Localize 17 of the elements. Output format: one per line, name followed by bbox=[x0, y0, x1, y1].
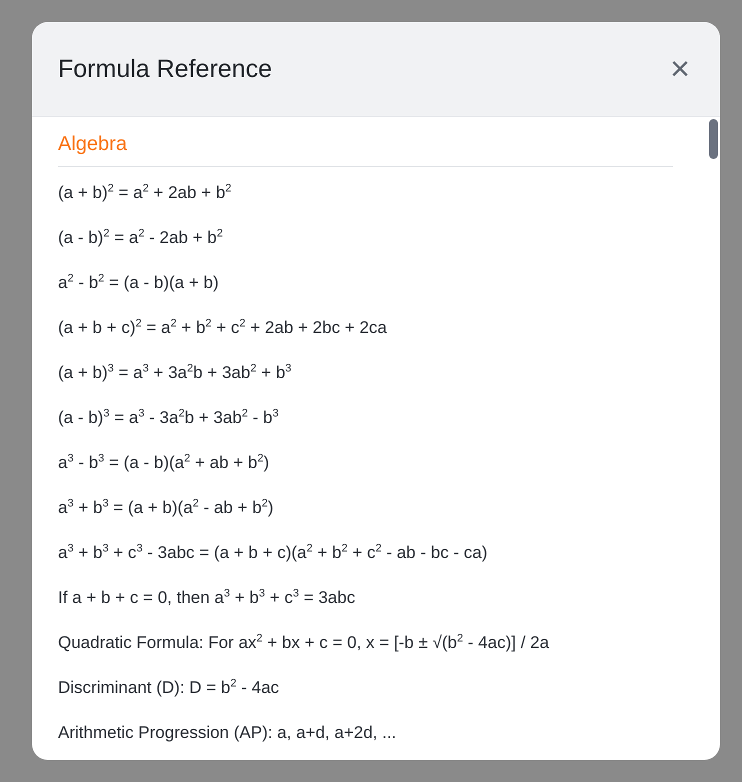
formula-text: a$^{3}$ - b$^{3}$ = (a - b)(a$^{2}$ + ab + b$^{2}$) bbox=[58, 451, 270, 474]
dialog-title: Formula Reference bbox=[58, 54, 272, 84]
formula-text: a$^{3}$ + b$^{3}$ + c$^{3}$ - 3abc = (a + b + c)(a$^{2}$ + b$^{2}$ + c$^{2}$ - ab - bc - ca) bbox=[58, 541, 488, 564]
formula-text: (a + b)$^{3}$ = a$^{3}$ + 3a$^{2}$b + 3ab$^{2}$ + b$^{3}$ bbox=[58, 361, 292, 384]
formula-text: Arithmetic Progression (AP): a, a+d, a+2d, ... bbox=[58, 722, 398, 744]
close-button[interactable]: × bbox=[666, 52, 694, 86]
scrollbar-thumb[interactable] bbox=[709, 119, 718, 159]
formula-text: a$^{3}$ + b$^{3}$ = (a + b)(a$^{2}$ - ab + b$^{2}$) bbox=[58, 496, 274, 519]
section-heading: Algebra bbox=[58, 133, 673, 167]
formula-text: If a + b + c = 0, then a$^{3}$ + b$^{3}$ + c$^{3}$ = 3abc bbox=[58, 586, 356, 609]
formula-text: (a + b)$^{2}$ = a$^{2}$ + 2ab + b$^{2}$ bbox=[58, 181, 232, 204]
formula-text: (a - b)$^{2}$ = a$^{2}$ - 2ab + b$^{2}$ bbox=[58, 226, 224, 249]
formula-text: (a + b + c)$^{2}$ = a$^{2}$ + b$^{2}$ + c$^{2}$ + 2ab + 2bc + 2ca bbox=[58, 316, 388, 339]
formula-text: Quadratic Formula: For ax$^{2}$ + bx + c = 0, x = [-b ± √(b$^{2}$ - 4ac)] / 2a bbox=[58, 631, 550, 654]
formula-text: a$^{2}$ - b$^{2}$ = (a - b)(a + b) bbox=[58, 271, 220, 294]
formula-text: Discriminant (D): D = b$^{2}$ - 4ac bbox=[58, 676, 280, 699]
formula-text: (a - b)$^{3}$ = a$^{3}$ - 3a$^{2}$b + 3ab$^{2}$ - b$^{3}$ bbox=[58, 406, 280, 429]
